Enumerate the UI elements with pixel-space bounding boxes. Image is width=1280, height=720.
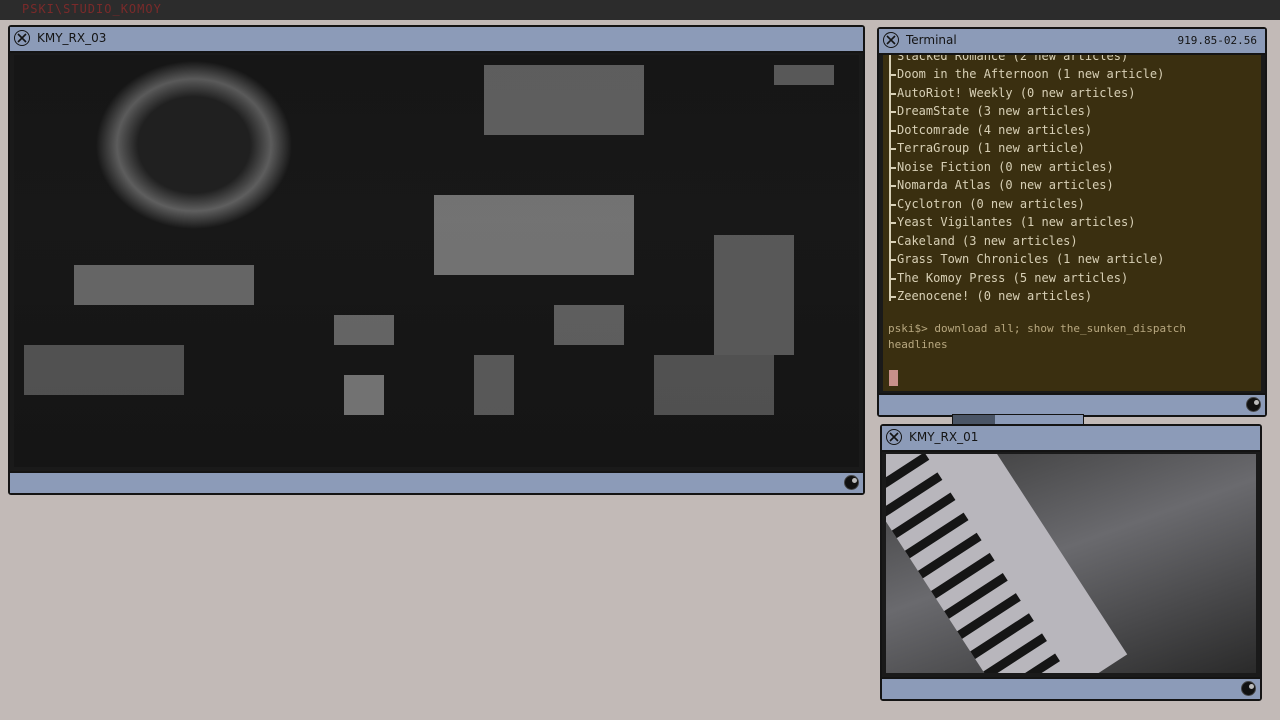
feed-window-rx03[interactable]: KMY_RX_03: [8, 25, 865, 495]
keyboard-image: [886, 454, 1128, 673]
desktop-title: PSKI\STUDIO_KOMOY: [22, 2, 162, 16]
feed-list-item: Stacked Romance (2 new articles): [897, 55, 1129, 63]
tree-branch: [889, 185, 896, 187]
video-feed: [886, 454, 1256, 673]
feed-list-item: Yeast Vigilantes (1 new articles): [897, 215, 1136, 229]
feed-list-item: Doom in the Afternoon (1 new article): [897, 67, 1165, 81]
command-prompt: pski$> download all; show the_sunken_dis…: [888, 322, 1187, 351]
window-title: KMY_RX_01: [909, 430, 979, 444]
video-feed: [14, 55, 859, 467]
window-statusbar: [10, 471, 863, 493]
knob-icon[interactable]: [1241, 681, 1256, 696]
window-statusbar: [879, 393, 1265, 415]
tree-branch: [889, 148, 896, 150]
feed-list-item: Zeenocene! (0 new articles): [897, 289, 1093, 303]
tree-branch: [889, 259, 896, 261]
close-x-icon[interactable]: [14, 30, 30, 46]
window-title: Terminal: [906, 33, 957, 47]
window-titlebar[interactable]: KMY_RX_01: [882, 426, 1260, 452]
feed-list-item: DreamState (3 new articles): [897, 104, 1093, 118]
terminal-output[interactable]: Stacked Romance (2 new articles) Doom in…: [883, 55, 1261, 391]
feed-list-item: TerraGroup (1 new article): [897, 141, 1085, 155]
feed-window-rx01[interactable]: KMY_RX_01: [880, 424, 1262, 701]
feed-list-item: Dotcomrade (4 new articles): [897, 122, 1093, 137]
window-statusbar: [882, 677, 1260, 699]
tree-branch: [889, 222, 896, 224]
feed-list-item: The Komoy Press (5 new articles): [897, 270, 1129, 285]
feed-list-item: Noise Fiction (0 new articles): [897, 159, 1114, 174]
tree-branch: [889, 296, 896, 298]
text-cursor: [889, 370, 898, 386]
tree-branch: [889, 166, 896, 169]
tree-branch: [889, 277, 896, 280]
tree-branch: [889, 111, 896, 113]
feed-list-item: Cakeland (3 new articles): [897, 233, 1078, 248]
window-titlebar[interactable]: KMY_RX_03: [10, 27, 863, 53]
knob-icon[interactable]: [844, 475, 859, 490]
tree-branch: [889, 74, 896, 76]
close-x-icon[interactable]: [883, 32, 899, 48]
desktop-topbar: PSKI\STUDIO_KOMOY: [0, 0, 1280, 20]
tree-branch: [889, 92, 896, 95]
tree-branch: [889, 203, 896, 206]
feed-list-item: AutoRiot! Weekly (0 new articles): [897, 85, 1136, 100]
tree-branch: [889, 240, 896, 243]
window-title: KMY_RX_03: [37, 31, 107, 45]
terminal-readout: 919.85-02.56: [1177, 34, 1257, 47]
feed-list-item: Nomarda Atlas (0 new articles): [897, 178, 1114, 192]
window-titlebar[interactable]: Terminal 919.85-02.56: [879, 29, 1265, 55]
knob-icon[interactable]: [1246, 397, 1261, 412]
close-x-icon[interactable]: [886, 429, 902, 445]
terminal-window[interactable]: Terminal 919.85-02.56 Stacked Romance (2…: [877, 27, 1267, 417]
tree-branch: [889, 129, 896, 132]
feed-list-item: Cyclotron (0 new articles): [897, 196, 1085, 211]
feed-list-item: Grass Town Chronicles (1 new article): [897, 252, 1165, 266]
